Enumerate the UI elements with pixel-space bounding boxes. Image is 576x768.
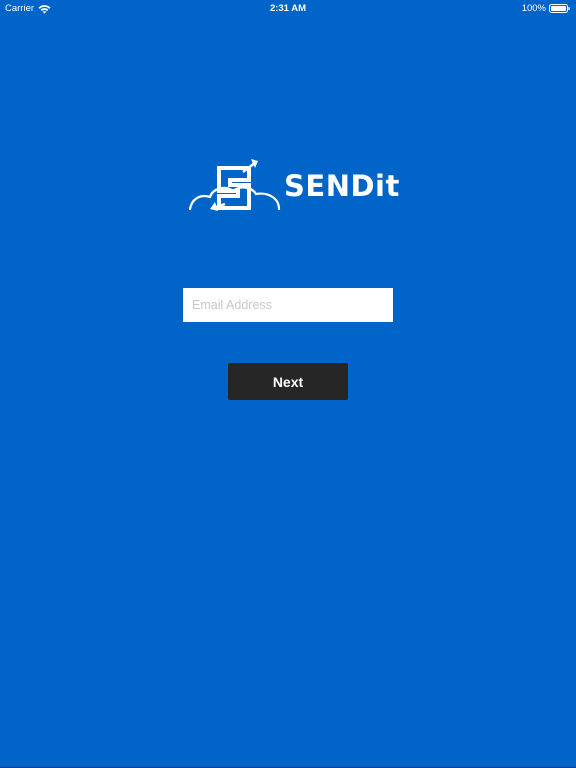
email-address-input[interactable]	[183, 288, 393, 322]
battery-group: 100%	[522, 3, 570, 14]
sendit-cloud-logo-icon	[188, 159, 281, 211]
sendit-logo: SENDit	[188, 158, 399, 212]
battery-icon	[549, 4, 570, 13]
sendit-logo-text: SENDit	[284, 169, 400, 203]
status-bar: Carrier 2:31 AM 100%	[0, 0, 576, 16]
status-time: 2:31 AM	[269, 3, 307, 14]
battery-percent: 100%	[521, 3, 546, 14]
next-button[interactable]: Next	[228, 363, 348, 400]
